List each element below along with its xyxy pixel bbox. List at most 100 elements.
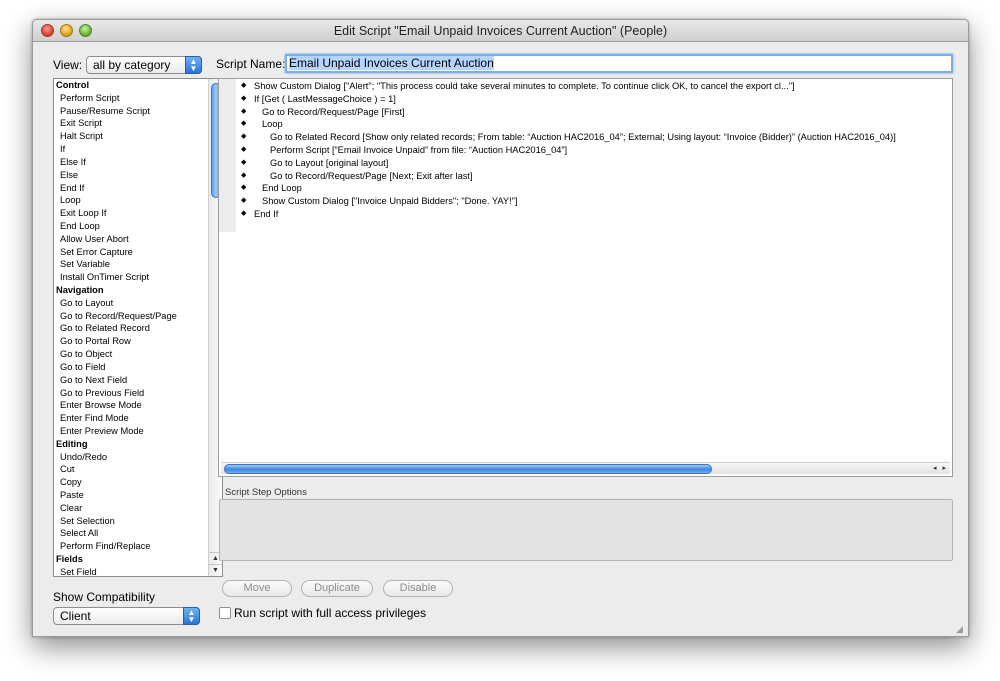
window-title: Edit Script "Email Unpaid Invoices Curre… — [333, 24, 668, 38]
script-line[interactable]: ◆ Go to Record/Request/Page [First] — [219, 106, 952, 119]
script-line[interactable]: ◆ End Loop — [219, 182, 952, 195]
script-step-item[interactable]: Go to Field — [54, 361, 222, 374]
script-step-item[interactable]: Select All — [54, 527, 222, 540]
script-horizontal-scrollbar[interactable]: ◂ ▸ — [221, 462, 950, 474]
drag-handle-icon[interactable]: ◆ — [241, 80, 246, 93]
script-step-item[interactable]: Enter Browse Mode — [54, 399, 222, 412]
move-button[interactable]: Move — [222, 580, 292, 597]
resize-grip-icon[interactable]: ◢ — [956, 624, 966, 634]
script-step-item[interactable]: Allow User Abort — [54, 233, 222, 246]
steps-category-header: Editing — [56, 438, 88, 449]
script-step-item[interactable]: Cut — [54, 463, 222, 476]
script-step-item[interactable]: Perform Find/Replace — [54, 540, 222, 553]
popup-arrows-icon: ▲ ▼ — [183, 607, 200, 625]
script-line-text: Go to Layout [original layout] — [270, 157, 389, 168]
compatibility-popup-value: Client — [60, 609, 91, 623]
script-step-item[interactable]: Pause/Resume Script — [54, 105, 222, 118]
view-label: View: — [53, 58, 83, 72]
scroll-left-right-icon[interactable]: ◂ ▸ — [933, 463, 948, 475]
edit-script-window: Edit Script "Email Unpaid Invoices Curre… — [32, 19, 969, 637]
drag-handle-icon[interactable]: ◆ — [241, 118, 246, 131]
script-line-text: Show Custom Dialog ["Alert"; "This proce… — [254, 81, 795, 91]
script-line[interactable]: ◆ Perform Script [“Email Invoice Unpaid” … — [219, 144, 952, 157]
drag-handle-icon[interactable]: ◆ — [241, 182, 246, 195]
script-line[interactable]: ◆ If [Get ( LastMessageChoice ) = 1] — [219, 93, 952, 106]
script-step-item[interactable]: Paste — [54, 489, 222, 502]
script-name-input[interactable]: Email Unpaid Invoices Current Auction — [285, 54, 953, 73]
script-line[interactable]: ◆ Show Custom Dialog ["Invoice Unpaid Bid… — [219, 195, 952, 208]
drag-handle-icon[interactable]: ◆ — [241, 144, 246, 157]
scroll-down-icon[interactable]: ▼ — [209, 564, 222, 576]
script-line-text: End If — [254, 208, 279, 219]
full-access-label: Run script with full access privileges — [234, 606, 427, 620]
script-step-item[interactable]: End Loop — [54, 220, 222, 233]
script-step-item[interactable]: Perform Script — [54, 92, 222, 105]
script-step-options-label: Script Step Options — [225, 487, 307, 498]
script-steps-list[interactable]: Control Perform Script Pause/Resume Script… — [53, 78, 223, 577]
script-step-item[interactable]: Loop — [54, 194, 222, 207]
script-step-item[interactable]: Else If — [54, 156, 222, 169]
script-line[interactable]: ◆ Go to Layout [original layout] — [219, 157, 952, 170]
steps-category-header: Navigation — [56, 285, 104, 295]
script-step-item[interactable]: End If — [54, 182, 222, 195]
script-step-item[interactable]: Else — [54, 169, 222, 182]
compatibility-popup[interactable]: Client ▲ ▼ — [53, 607, 200, 625]
drag-handle-icon[interactable]: ◆ — [241, 195, 246, 208]
script-step-item[interactable]: Enter Find Mode — [54, 412, 222, 425]
drag-handle-icon[interactable]: ◆ — [241, 208, 246, 221]
script-step-item[interactable]: Clear — [54, 502, 222, 515]
script-line[interactable]: ◆ End If — [219, 208, 952, 221]
zoom-button[interactable] — [79, 24, 92, 37]
title-bar[interactable]: Edit Script "Email Unpaid Invoices Curre… — [33, 20, 968, 42]
script-step-item[interactable]: Go to Portal Row — [54, 335, 222, 348]
drag-handle-icon[interactable]: ◆ — [241, 106, 246, 119]
script-line-text: Go to Record/Request/Page [First] — [262, 106, 405, 117]
drag-handle-icon[interactable]: ◆ — [241, 170, 246, 183]
view-popup[interactable]: all by category ▲ ▼ — [86, 56, 202, 74]
popup-arrows-icon: ▲ ▼ — [185, 56, 202, 74]
script-step-item[interactable]: Set Variable — [54, 258, 222, 271]
script-step-item[interactable]: Go to Record/Request/Page — [54, 310, 222, 323]
drag-handle-icon[interactable]: ◆ — [241, 93, 246, 106]
view-popup-value: all by category — [93, 58, 171, 72]
script-line[interactable]: ◆ Loop — [219, 118, 952, 131]
script-step-item[interactable]: Go to Layout — [54, 297, 222, 310]
script-line-text: Show Custom Dialog ["Invoice Unpaid Bidd… — [262, 196, 518, 207]
script-step-item[interactable]: Halt Script — [54, 130, 222, 143]
script-line-text: End Loop — [262, 183, 302, 194]
steps-category-header: Control — [56, 80, 90, 90]
script-step-item[interactable]: Go to Object — [54, 348, 222, 361]
script-step-item[interactable]: Go to Related Record — [54, 322, 222, 335]
script-line-text: Go to Record/Request/Page [Next; Exit af… — [270, 170, 473, 181]
script-step-item[interactable]: Enter Preview Mode — [54, 425, 222, 438]
script-name-label: Script Name: — [216, 57, 286, 71]
script-line[interactable]: ◆ Go to Record/Request/Page [Next; Exit a… — [219, 170, 952, 183]
script-step-item[interactable]: Set Field — [54, 566, 222, 576]
script-step-item[interactable]: Set Selection — [54, 515, 222, 528]
close-button[interactable] — [41, 24, 54, 37]
script-step-item[interactable]: Undo/Redo — [54, 451, 222, 464]
script-line[interactable]: ◆ Show Custom Dialog ["Alert"; "This proc… — [219, 80, 952, 93]
show-compatibility-label: Show Compatibility — [53, 590, 156, 604]
script-line[interactable]: ◆ Go to Related Record [Show only related… — [219, 131, 952, 144]
script-step-item[interactable]: Exit Script — [54, 117, 222, 130]
duplicate-button[interactable]: Duplicate — [301, 580, 373, 597]
drag-handle-icon[interactable]: ◆ — [241, 131, 246, 144]
script-step-item[interactable]: Exit Loop If — [54, 207, 222, 220]
script-step-item[interactable]: Copy — [54, 476, 222, 489]
disable-button[interactable]: Disable — [383, 580, 453, 597]
script-step-options-panel — [219, 499, 953, 561]
script-line-text: Go to Related Record [Show only related … — [270, 132, 896, 143]
script-step-item[interactable]: If — [54, 143, 222, 156]
script-scroll-thumb[interactable] — [224, 464, 712, 474]
script-step-item[interactable]: Install OnTimer Script — [54, 271, 222, 284]
script-step-item[interactable]: Set Error Capture — [54, 246, 222, 259]
script-editor[interactable]: ◆ Show Custom Dialog ["Alert"; "This proc… — [218, 78, 953, 477]
drag-handle-icon[interactable]: ◆ — [241, 157, 246, 170]
minimize-button[interactable] — [60, 24, 73, 37]
full-access-option[interactable]: Run script with full access privileges — [219, 606, 426, 620]
script-step-item[interactable]: Go to Previous Field — [54, 387, 222, 400]
script-step-item[interactable]: Go to Next Field — [54, 374, 222, 387]
script-line-text: Perform Script [“Email Invoice Unpaid” f… — [270, 144, 568, 155]
full-access-checkbox[interactable] — [219, 607, 231, 619]
